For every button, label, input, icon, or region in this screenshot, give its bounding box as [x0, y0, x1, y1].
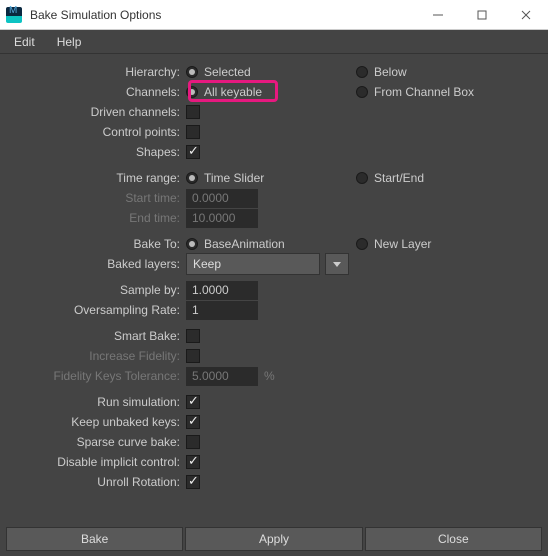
check-incfidelity — [186, 349, 200, 363]
label-bakedlayers: Baked layers: — [10, 257, 186, 271]
check-runsim[interactable] — [186, 395, 200, 409]
label-fidelitytol: Fidelity Keys Tolerance: — [10, 369, 186, 383]
input-sampleby[interactable] — [186, 281, 258, 300]
input-oversampling[interactable] — [186, 301, 258, 320]
check-driven[interactable] — [186, 105, 200, 119]
close-dialog-button[interactable]: Close — [365, 527, 542, 551]
radio-timerange-startend[interactable] — [356, 172, 368, 184]
label-keepunbaked: Keep unbaked keys: — [10, 415, 186, 429]
input-fidelitytol — [186, 367, 258, 386]
radio-label-newlayer: New Layer — [374, 237, 431, 251]
label-endtime: End time: — [10, 211, 186, 225]
check-smartbake[interactable] — [186, 329, 200, 343]
radio-label-below: Below — [374, 65, 407, 79]
radio-hierarchy-below[interactable] — [356, 66, 368, 78]
minimize-button[interactable] — [416, 0, 460, 30]
input-starttime — [186, 189, 258, 208]
options-panel: Hierarchy: Selected Below Channels: All … — [0, 54, 548, 520]
radio-baketo-new[interactable] — [356, 238, 368, 250]
dropdown-arrow-icon[interactable] — [325, 253, 349, 275]
menu-bar: Edit Help — [0, 30, 548, 54]
window-title: Bake Simulation Options — [30, 8, 416, 22]
label-unroll: Unroll Rotation: — [10, 475, 186, 489]
footer-buttons: Bake Apply Close — [6, 527, 542, 551]
radio-hierarchy-selected[interactable] — [186, 66, 198, 78]
label-starttime: Start time: — [10, 191, 186, 205]
radio-label-startend: Start/End — [374, 171, 424, 185]
maximize-button[interactable] — [460, 0, 504, 30]
radio-label-allkeyable: All keyable — [204, 85, 262, 99]
check-unroll[interactable] — [186, 475, 200, 489]
radio-baketo-base[interactable] — [186, 238, 198, 250]
label-sparse: Sparse curve bake: — [10, 435, 186, 449]
label-controlpts: Control points: — [10, 125, 186, 139]
bake-button[interactable]: Bake — [6, 527, 183, 551]
input-endtime — [186, 209, 258, 228]
check-keepunbaked[interactable] — [186, 415, 200, 429]
radio-label-timeslider: Time Slider — [204, 171, 264, 185]
label-baketo: Bake To: — [10, 237, 186, 251]
label-oversampling: Oversampling Rate: — [10, 303, 186, 317]
radio-label-frombox: From Channel Box — [374, 85, 474, 99]
close-button[interactable] — [504, 0, 548, 30]
check-shapes[interactable] — [186, 145, 200, 159]
label-runsim: Run simulation: — [10, 395, 186, 409]
label-sampleby: Sample by: — [10, 283, 186, 297]
label-driven: Driven channels: — [10, 105, 186, 119]
radio-label-selected: Selected — [204, 65, 251, 79]
apply-button[interactable]: Apply — [185, 527, 362, 551]
check-disableimpl[interactable] — [186, 455, 200, 469]
radio-timerange-slider[interactable] — [186, 172, 198, 184]
menu-edit[interactable]: Edit — [6, 33, 43, 51]
label-disableimpl: Disable implicit control: — [10, 455, 186, 469]
label-incfidelity: Increase Fidelity: — [10, 349, 186, 363]
radio-channels-allkeyable[interactable] — [186, 86, 198, 98]
label-shapes: Shapes: — [10, 145, 186, 159]
percent-label: % — [264, 369, 275, 383]
title-bar: Bake Simulation Options — [0, 0, 548, 30]
label-smartbake: Smart Bake: — [10, 329, 186, 343]
label-timerange: Time range: — [10, 171, 186, 185]
dropdown-bakedlayers-value: Keep — [193, 257, 221, 271]
label-channels: Channels: — [10, 85, 186, 99]
menu-help[interactable]: Help — [49, 33, 90, 51]
label-hierarchy: Hierarchy: — [10, 65, 186, 79]
app-icon — [6, 7, 22, 23]
radio-label-baseanim: BaseAnimation — [204, 237, 285, 251]
check-controlpts[interactable] — [186, 125, 200, 139]
radio-channels-frombox[interactable] — [356, 86, 368, 98]
check-sparse[interactable] — [186, 435, 200, 449]
dropdown-bakedlayers[interactable]: Keep — [186, 253, 320, 275]
